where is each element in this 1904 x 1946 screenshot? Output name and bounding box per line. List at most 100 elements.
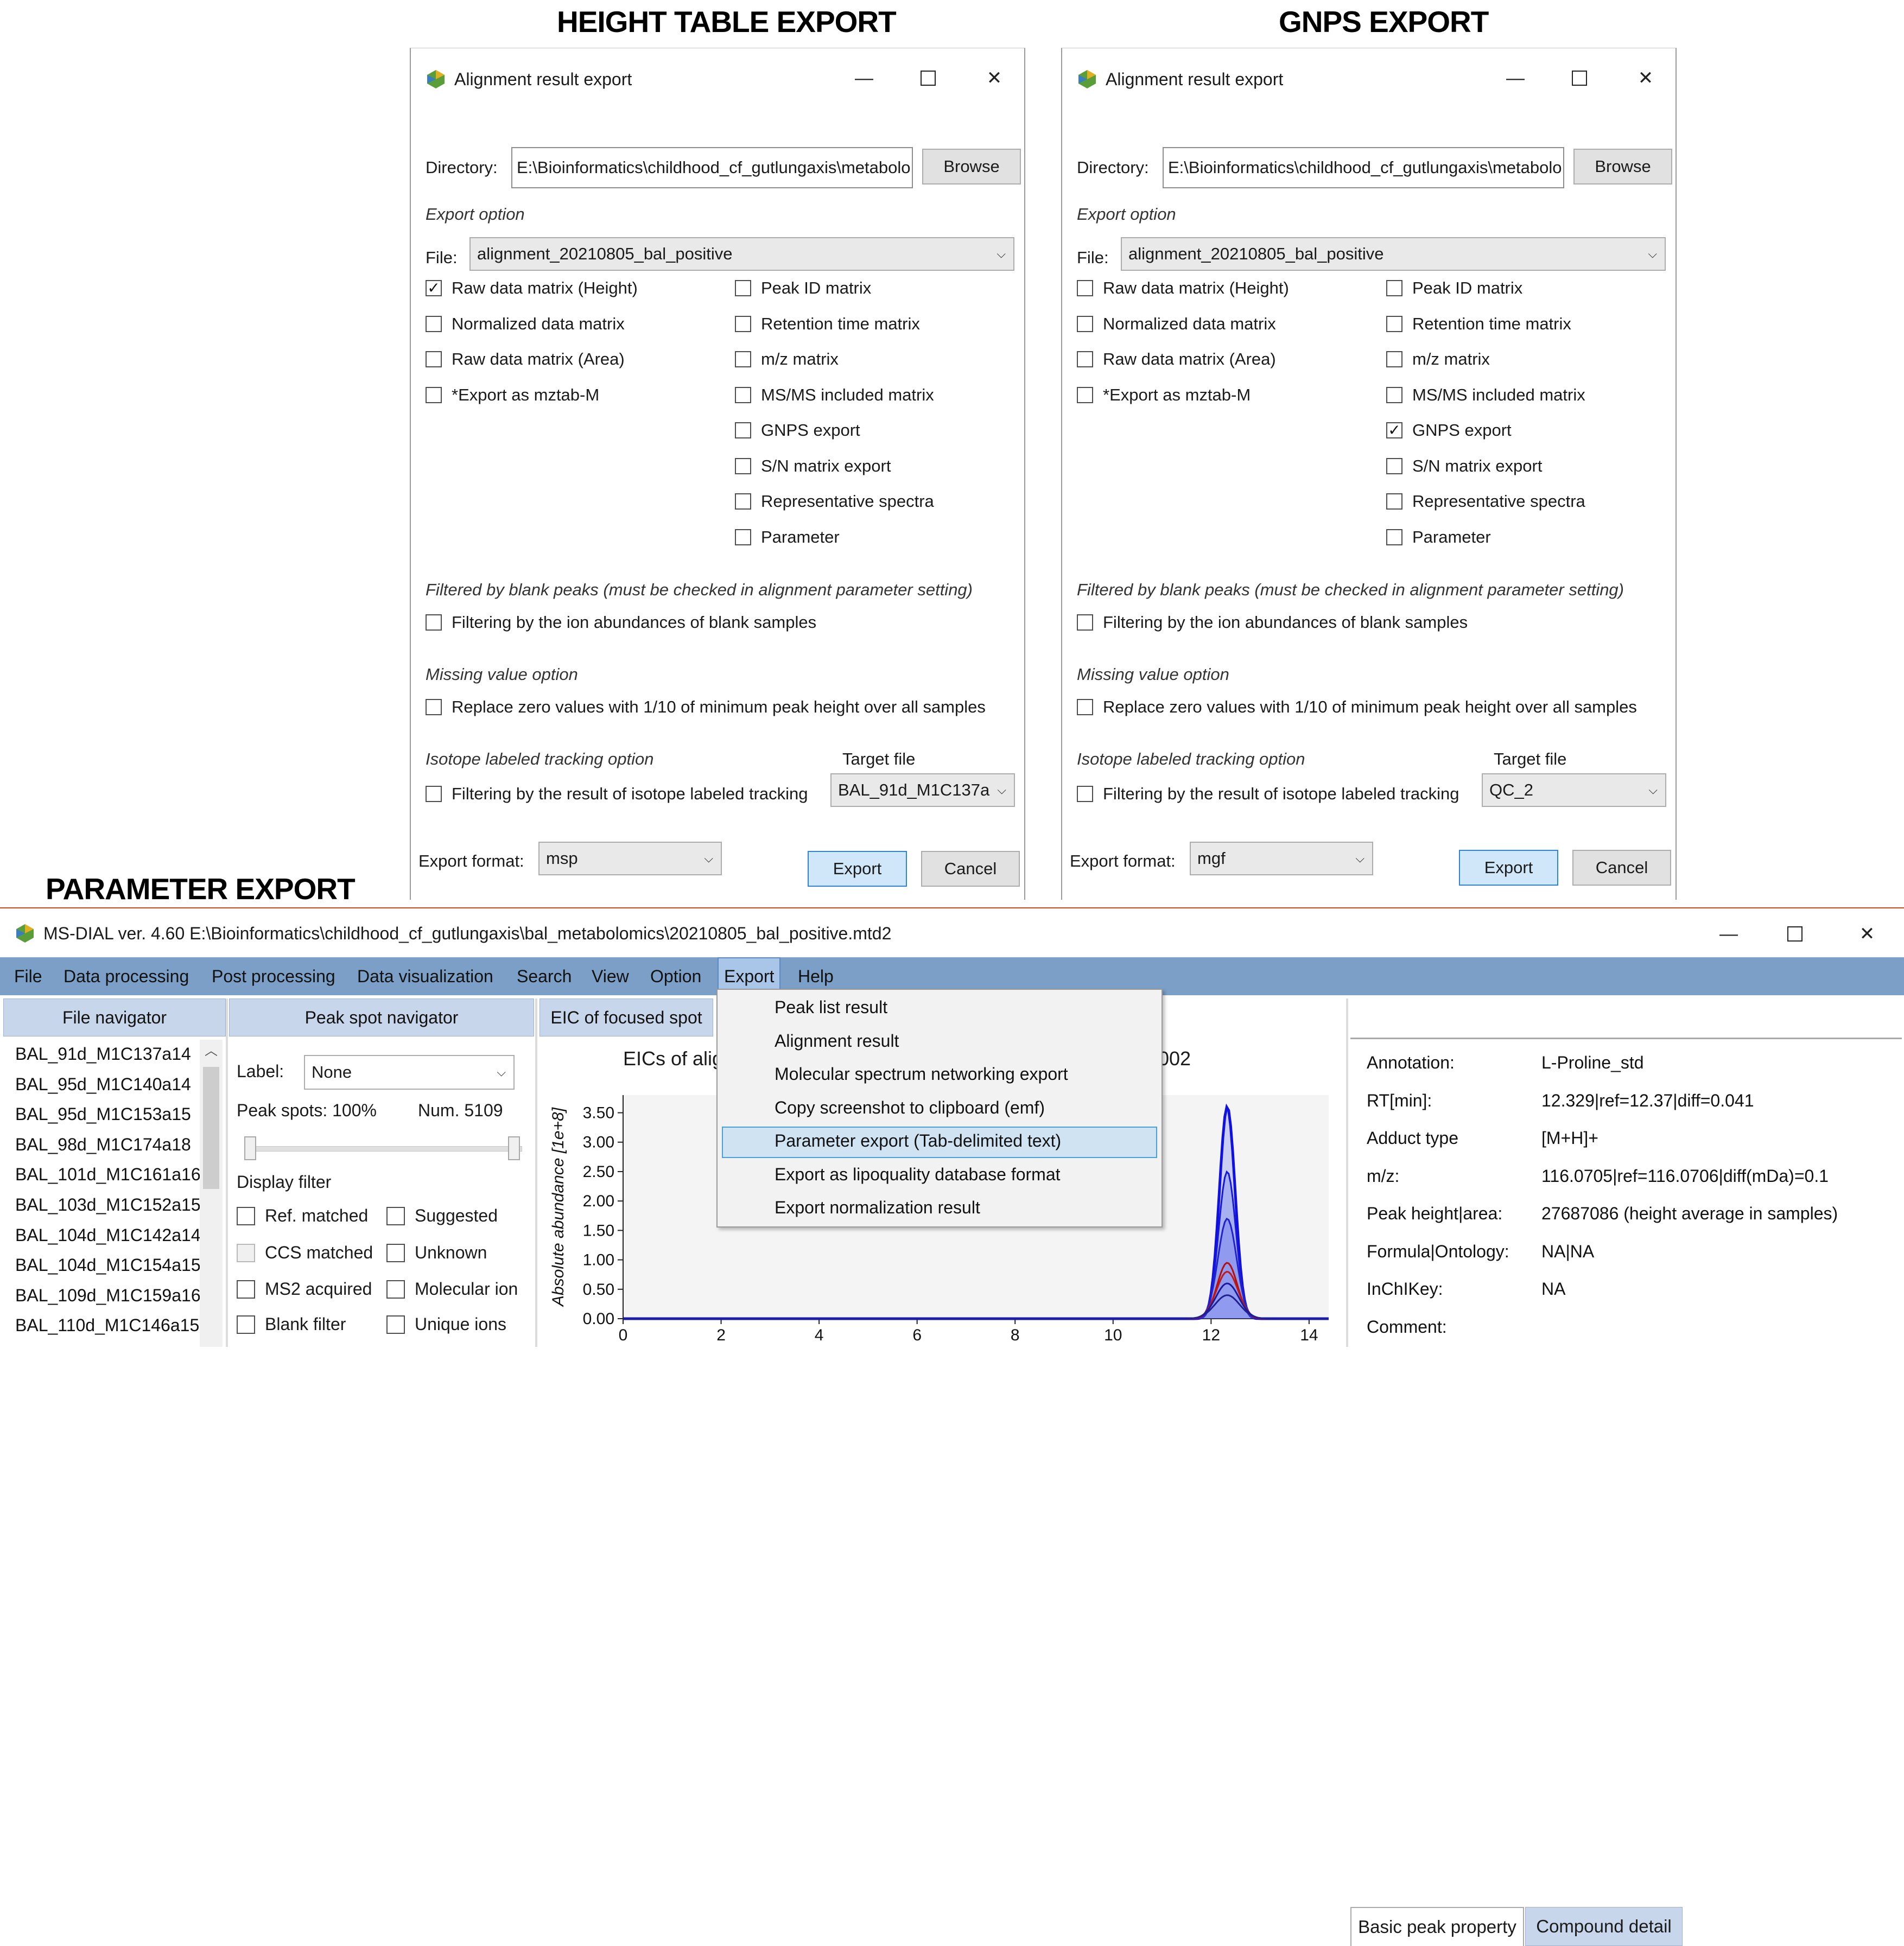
file-list-item[interactable]: BAL_91d_M1C137a14 <box>15 1044 191 1064</box>
browse-button[interactable]: Browse <box>1573 149 1672 185</box>
display-filter-checkbox[interactable]: Blank filter <box>237 1314 346 1334</box>
checkbox-box[interactable] <box>426 351 442 367</box>
menu-item-peak-list-result[interactable]: Peak list result <box>775 997 887 1017</box>
export-option-checkbox[interactable]: Retention time matrix <box>735 314 920 334</box>
checkbox-box[interactable] <box>426 315 442 332</box>
file-list-item[interactable]: BAL_95d_M1C140a14 <box>15 1074 191 1095</box>
export-option-checkbox[interactable]: m/z matrix <box>735 349 839 369</box>
display-filter-checkbox[interactable]: Molecular ion <box>386 1279 518 1299</box>
file-list-item[interactable]: BAL_98d_M1C174a18 <box>15 1135 191 1155</box>
tab-basic-peak-property[interactable]: Basic peak property <box>1350 1907 1524 1946</box>
export-option-checkbox[interactable]: GNPS export <box>735 421 860 440</box>
file-list-item[interactable]: BAL_104d_M1C142a14 <box>15 1225 201 1245</box>
checkbox-box[interactable] <box>386 1243 405 1262</box>
matrix-option-checkbox[interactable]: Raw data matrix (Area) <box>426 349 625 369</box>
export-option-checkbox[interactable]: S/N matrix export <box>1386 456 1542 476</box>
checkbox-box[interactable] <box>1386 386 1402 403</box>
checkbox-box[interactable] <box>735 280 751 296</box>
export-option-checkbox[interactable]: MS/MS included matrix <box>735 385 934 405</box>
checkbox-box[interactable] <box>735 315 751 332</box>
file-select[interactable]: alignment_20210805_bal_positive ⌵ <box>1121 237 1666 271</box>
export-option-checkbox[interactable]: Peak ID matrix <box>1386 278 1522 298</box>
checkbox-box[interactable] <box>426 699 442 715</box>
checkbox-box[interactable] <box>1386 351 1402 367</box>
export-option-checkbox[interactable]: Peak ID matrix <box>735 278 871 298</box>
checkbox-box[interactable] <box>237 1280 255 1299</box>
menu-item-molecular-networking-export[interactable]: Molecular spectrum networking export <box>775 1064 1068 1084</box>
checkbox-box[interactable] <box>237 1315 255 1334</box>
blank-filter-checkbox[interactable]: Filtering by the ion abundances of blank… <box>1077 613 1468 632</box>
export-option-checkbox[interactable]: Retention time matrix <box>1386 314 1571 334</box>
checkbox-box[interactable] <box>1386 315 1402 332</box>
browse-button[interactable]: Browse <box>922 149 1021 185</box>
directory-input[interactable]: E:\Bioinformatics\childhood_cf_gutlungax… <box>1163 147 1564 188</box>
checkbox-box[interactable] <box>1077 315 1093 332</box>
close-button[interactable]: ✕ <box>1627 59 1665 97</box>
menu-file[interactable]: File <box>14 957 42 995</box>
menu-search[interactable]: Search <box>517 957 572 995</box>
cancel-button[interactable]: Cancel <box>1572 850 1671 886</box>
target-file-select[interactable]: BAL_91d_M1C137a ⌵ <box>830 773 1015 807</box>
matrix-option-checkbox[interactable]: *Export as mztab-M <box>426 385 599 405</box>
export-option-checkbox[interactable]: Parameter <box>735 527 840 547</box>
minimize-button[interactable]: — <box>845 59 883 97</box>
checkbox-box[interactable] <box>1386 280 1402 296</box>
matrix-option-checkbox[interactable]: ✓ Raw data matrix (Height) <box>426 278 638 298</box>
menu-item-parameter-export[interactable]: Parameter export (Tab-delimited text) <box>775 1131 1061 1151</box>
checkmark-icon[interactable]: ✓ <box>426 280 442 296</box>
tab-eic-focused-spot[interactable]: EIC of focused spot <box>540 999 713 1036</box>
tab-compound-detail[interactable]: Compound detail <box>1525 1907 1683 1946</box>
display-filter-checkbox[interactable]: Unique ions <box>386 1314 506 1334</box>
display-filter-checkbox[interactable]: CCS matched <box>237 1243 373 1263</box>
cancel-button[interactable]: Cancel <box>921 851 1020 887</box>
minimize-button[interactable]: — <box>1496 59 1534 97</box>
menu-post-processing[interactable]: Post processing <box>212 957 335 995</box>
checkbox-box[interactable] <box>735 457 751 474</box>
close-button[interactable]: ✕ <box>1848 915 1886 953</box>
checkbox-box[interactable] <box>1077 386 1093 403</box>
checkbox-box[interactable] <box>1386 457 1402 474</box>
file-navigator-header[interactable]: File navigator <box>3 999 226 1036</box>
checkbox-box[interactable] <box>386 1206 405 1225</box>
menu-item-copy-screenshot[interactable]: Copy screenshot to clipboard (emf) <box>775 1098 1045 1118</box>
blank-filter-checkbox[interactable]: Filtering by the ion abundances of blank… <box>426 613 816 632</box>
target-file-select[interactable]: QC_2 ⌵ <box>1482 773 1666 807</box>
checkbox-box[interactable] <box>735 529 751 545</box>
checkbox-box[interactable] <box>426 614 442 631</box>
display-filter-checkbox[interactable]: Unknown <box>386 1243 487 1263</box>
close-button[interactable]: ✕ <box>975 59 1013 97</box>
export-option-checkbox[interactable]: Representative spectra <box>735 492 934 511</box>
export-button[interactable]: Export <box>808 851 907 887</box>
export-button[interactable]: Export <box>1459 850 1558 886</box>
checkbox-box[interactable] <box>1386 493 1402 510</box>
export-option-checkbox[interactable]: S/N matrix export <box>735 456 891 476</box>
export-option-checkbox[interactable]: Parameter <box>1386 527 1491 547</box>
export-option-checkbox[interactable]: MS/MS included matrix <box>1386 385 1585 405</box>
file-list-item[interactable]: BAL_101d_M1C161a16 <box>15 1165 201 1185</box>
display-filter-checkbox[interactable]: MS2 acquired <box>237 1279 372 1299</box>
checkbox-box[interactable] <box>1077 280 1093 296</box>
replace-zero-checkbox[interactable]: Replace zero values with 1/10 of minimum… <box>1077 697 1637 717</box>
peak-range-slider[interactable] <box>244 1136 522 1161</box>
peak-spot-navigator-header[interactable]: Peak spot navigator <box>229 999 534 1036</box>
checkbox-box[interactable] <box>1077 351 1093 367</box>
checkbox-box[interactable] <box>735 386 751 403</box>
menu-data-visualization[interactable]: Data visualization <box>357 957 493 995</box>
maximize-button[interactable] <box>1560 59 1598 97</box>
file-list-item[interactable]: BAL_109d_M1C159a16 <box>15 1286 201 1306</box>
checkbox-box[interactable] <box>735 493 751 510</box>
checkbox-box[interactable] <box>1386 529 1402 545</box>
display-filter-checkbox[interactable]: Ref. matched <box>237 1206 368 1226</box>
export-option-checkbox[interactable]: m/z matrix <box>1386 349 1490 369</box>
matrix-option-checkbox[interactable]: Raw data matrix (Area) <box>1077 349 1276 369</box>
slider-handle-left[interactable] <box>244 1136 256 1160</box>
menu-view[interactable]: View <box>592 957 629 995</box>
checkbox-box[interactable] <box>386 1280 405 1299</box>
scroll-thumb[interactable] <box>203 1067 219 1189</box>
slider-handle-right[interactable] <box>508 1136 520 1160</box>
export-option-checkbox[interactable]: Representative spectra <box>1386 492 1585 511</box>
matrix-option-checkbox[interactable]: Normalized data matrix <box>1077 314 1276 334</box>
chevron-up-icon[interactable]: ︿ <box>200 1040 223 1059</box>
checkbox-box[interactable] <box>426 786 442 802</box>
file-list-item[interactable]: BAL_110d_M1C146a15 <box>15 1315 199 1336</box>
